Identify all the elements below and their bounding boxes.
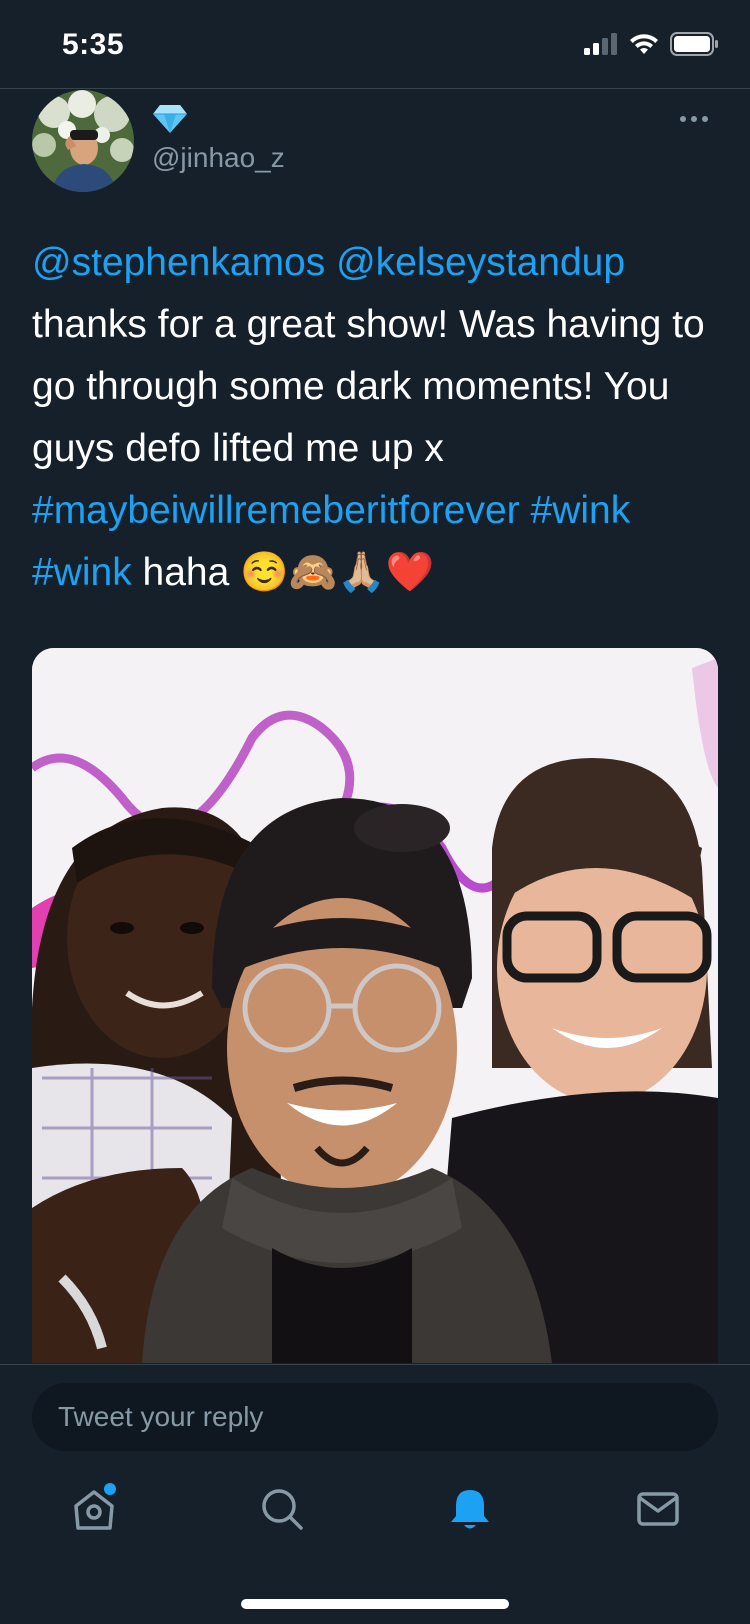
text-segment bbox=[325, 241, 336, 284]
author-handle[interactable]: @jinhao_z bbox=[152, 142, 285, 174]
mention-link[interactable]: @kelseystandup bbox=[336, 241, 625, 284]
header-divider bbox=[0, 88, 750, 89]
tab-messages[interactable] bbox=[628, 1481, 688, 1541]
cellular-signal-icon bbox=[584, 33, 618, 60]
mention-link[interactable]: @stephenkamos bbox=[32, 241, 325, 284]
tab-search[interactable] bbox=[252, 1481, 312, 1541]
more-horizontal-icon[interactable] bbox=[680, 116, 708, 122]
avatar[interactable] bbox=[32, 90, 134, 192]
tab-bar bbox=[0, 1481, 750, 1561]
text-segment: thanks for a great show! Was having to g… bbox=[32, 303, 705, 470]
status-time: 5:35 bbox=[62, 28, 125, 61]
bottom-bar: Tweet your reply bbox=[0, 1364, 750, 1624]
diamond-icon bbox=[152, 104, 188, 139]
tweet-photo[interactable] bbox=[32, 648, 718, 1363]
tweet-detail-screen: 5:35 @jinhao_z @stephenkamos @kelseystan… bbox=[0, 0, 750, 1624]
status-icons bbox=[584, 32, 718, 61]
status-bar: 5:35 bbox=[0, 0, 750, 88]
reply-input[interactable]: Tweet your reply bbox=[32, 1383, 718, 1451]
hashtag-link[interactable]: #wink bbox=[32, 551, 132, 594]
wifi-icon bbox=[628, 32, 660, 61]
search-icon bbox=[260, 1487, 304, 1536]
text-segment: haha ☺️🙈🙏🏼❤️ bbox=[131, 551, 435, 594]
bell-icon bbox=[448, 1486, 492, 1537]
home-indicator[interactable] bbox=[241, 1599, 509, 1609]
tweet-text: @stephenkamos @kelseystandup thanks for … bbox=[32, 232, 722, 604]
hashtag-link[interactable]: #wink bbox=[531, 489, 631, 532]
battery-icon bbox=[670, 32, 718, 61]
tab-home[interactable] bbox=[64, 1481, 124, 1541]
notification-dot bbox=[104, 1483, 116, 1495]
hashtag-link[interactable]: #maybeiwillremeberitforever bbox=[32, 489, 520, 532]
text-segment bbox=[520, 489, 531, 532]
mail-icon bbox=[636, 1489, 680, 1534]
tab-notifications[interactable] bbox=[440, 1481, 500, 1541]
